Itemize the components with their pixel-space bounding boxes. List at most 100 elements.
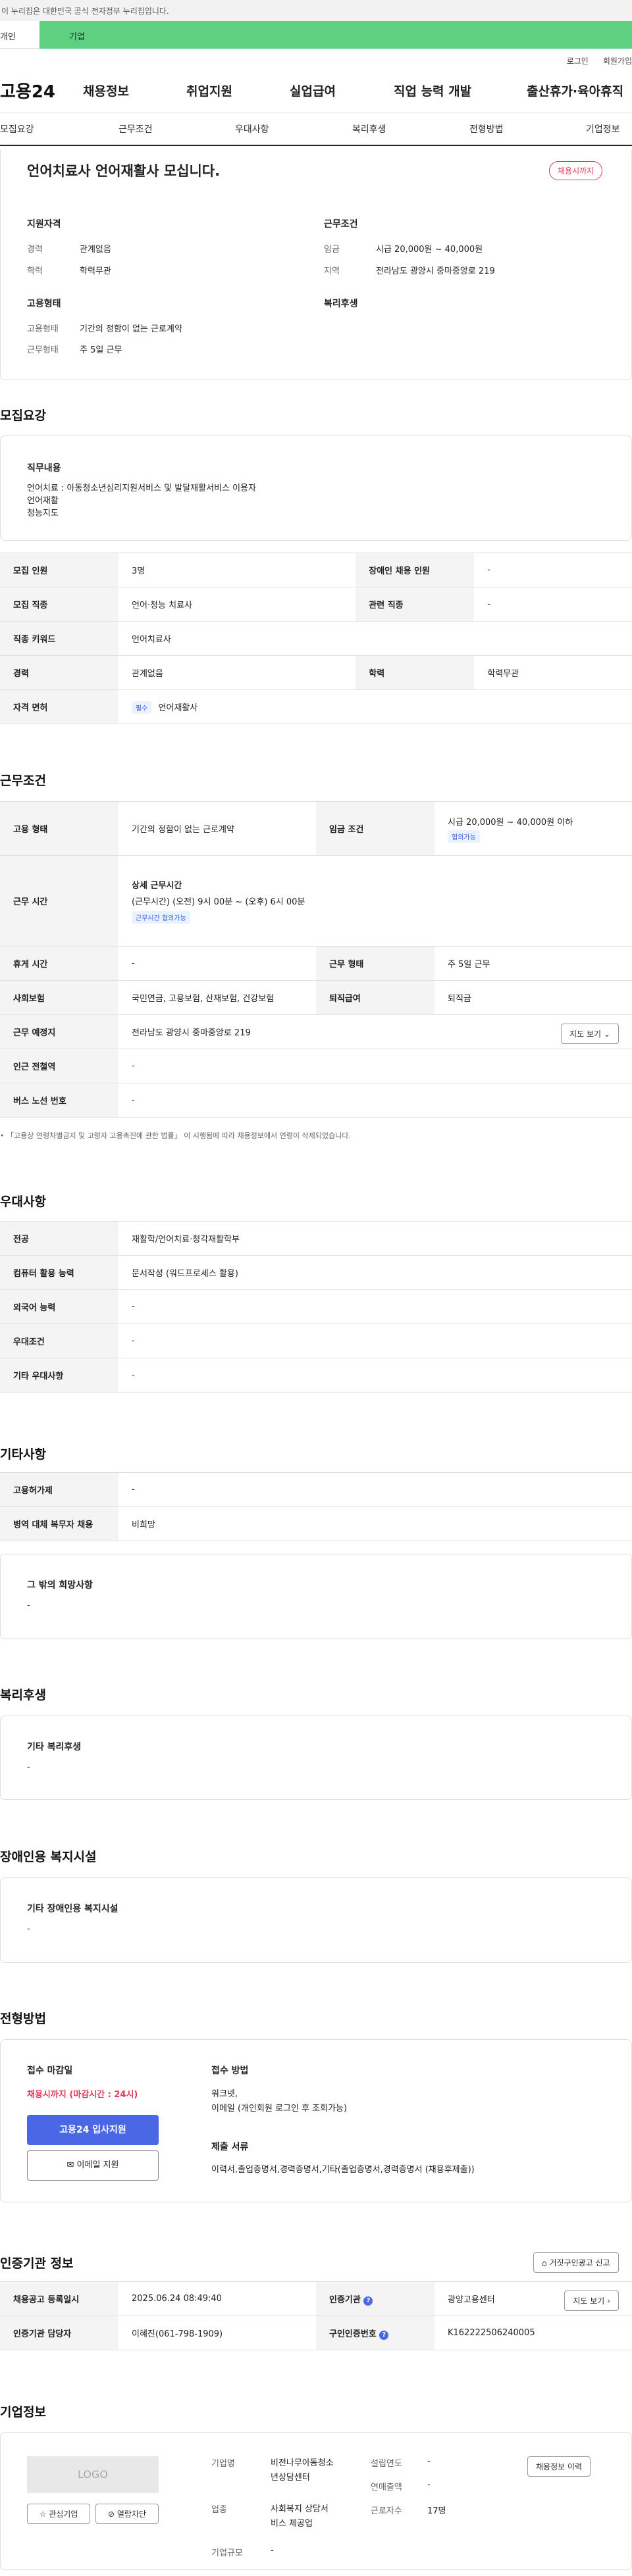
emptype-label: 고용형태 bbox=[27, 324, 59, 334]
welfare-title: 복리후생 bbox=[324, 299, 358, 309]
subnav-screening[interactable]: 전형방법 bbox=[469, 122, 504, 136]
report-fake-ad-button[interactable]: ⌂ 거짓구인광고 신고 bbox=[533, 2252, 619, 2273]
year-value: - bbox=[427, 2456, 431, 2466]
disabled-section-title: 장애인용 복지시설 bbox=[0, 1850, 97, 1864]
method-line: 이메일 (개인회원 로그인 후 조회가능) bbox=[211, 2104, 348, 2114]
gnb-item-leave[interactable]: 출산휴가·육아휴직 bbox=[527, 82, 623, 99]
worktype-value: 주 5일 근무 bbox=[80, 345, 122, 355]
wage-label: 임금 bbox=[324, 245, 340, 255]
cell-value: 주 5일 근무 bbox=[434, 946, 632, 981]
cell-label: 장애인 채용 인원 bbox=[356, 553, 475, 587]
cell-value: 광양고용센터 지도 보기 › bbox=[434, 2281, 632, 2316]
gnb-item-employment-support[interactable]: 취업지원 bbox=[186, 82, 232, 99]
area-label: 지역 bbox=[324, 266, 340, 276]
table-row: 고용허가제 - bbox=[0, 1472, 632, 1507]
cell-value: 관계없음 bbox=[118, 655, 356, 690]
cell-label: 인증기관 담당자 bbox=[0, 2316, 118, 2350]
cell-label: 사회보험 bbox=[0, 980, 118, 1015]
company-section-title: 기업정보 bbox=[0, 2405, 46, 2419]
subnav-company[interactable]: 기업정보 bbox=[586, 122, 620, 136]
agency-map-button[interactable]: 지도 보기 › bbox=[564, 2291, 619, 2311]
gnb-item-training[interactable]: 직업 능력 개발 bbox=[394, 82, 471, 99]
signup-link[interactable]: 회원가입 bbox=[603, 55, 632, 68]
method-title: 접수 방법 bbox=[211, 2066, 249, 2076]
employees-value: 17명 bbox=[427, 2506, 446, 2516]
cell-value: 기간의 정함이 없는 근로계약 bbox=[118, 801, 316, 856]
cell-value: 언어치료사 bbox=[118, 621, 632, 656]
subnav-welfare[interactable]: 복리후생 bbox=[352, 122, 386, 136]
table-row: 근무 예정지 전라남도 광양시 중마중앙로 219 지도 보기 ⌄ bbox=[0, 1014, 632, 1049]
login-link[interactable]: 로그인 bbox=[567, 55, 589, 68]
help-icon[interactable]: ? bbox=[363, 2296, 373, 2306]
gnb-item-jobs[interactable]: 채용정보 bbox=[83, 82, 129, 99]
welfare-section-title: 복리후생 bbox=[0, 1688, 46, 1702]
subnav-work[interactable]: 근무조건 bbox=[118, 122, 153, 136]
cell-value: 2025.06.24 08:49:40 bbox=[118, 2281, 316, 2316]
table-row: 고용 형태 기간의 정함이 없는 근로계약 임금 조건 시급 20,000원 ~… bbox=[0, 801, 632, 856]
cell-value: 학력무관 bbox=[474, 655, 632, 690]
table-row: 모집 직종 언어·청능 치료사 관련 직종 - bbox=[0, 587, 632, 622]
home-icon: ⌂ bbox=[542, 2258, 547, 2267]
map-button[interactable]: 지도 보기 ⌄ bbox=[561, 1024, 619, 1044]
tab-individual[interactable]: 개인 bbox=[0, 21, 40, 49]
cell-value: - bbox=[118, 1289, 632, 1324]
site-logo[interactable]: 고용24 bbox=[0, 78, 72, 103]
email-apply-label: 이메일 지원 bbox=[76, 2160, 119, 2170]
section-nav: 모집요강 근무조건 우대사항 복리후생 전형방법 기업정보 bbox=[0, 113, 632, 146]
job-history-button[interactable]: 채용정보 이력 bbox=[527, 2456, 591, 2477]
duty-title: 직무내용 bbox=[27, 463, 61, 474]
cell-label: 외국어 능력 bbox=[0, 1289, 118, 1324]
qual-title: 지원자격 bbox=[27, 219, 61, 230]
cell-label: 병역 대체 복무자 채용 bbox=[0, 1506, 118, 1541]
cell-label: 퇴직급여 bbox=[316, 980, 434, 1015]
table-row: 근무 시간 상세 근무시간 (근무시간) (오전) 9시 00분 ~ (오후) … bbox=[0, 855, 632, 947]
place-value: 전라남도 광양시 중마중앙로 219 bbox=[132, 1028, 251, 1038]
agency-map-label: 지도 보기 bbox=[573, 2296, 605, 2306]
cell-label: 직종 키워드 bbox=[0, 621, 118, 656]
job-title: 언어치료사 언어재활사 모십니다. bbox=[27, 163, 221, 179]
table-row: 우대조건 - bbox=[0, 1324, 632, 1358]
subnav-pref[interactable]: 우대사항 bbox=[235, 122, 269, 136]
cell-label: 휴게 시간 bbox=[0, 946, 118, 981]
cell-label: 자격 면허 bbox=[0, 689, 118, 724]
pref-section-title: 우대사항 bbox=[0, 1195, 46, 1209]
email-apply-button[interactable]: ✉ 이메일 지원 bbox=[27, 2150, 159, 2181]
company-name-value: 비전나무아동청소 년상담센터 bbox=[271, 2456, 334, 2485]
company-name-line: 비전나무아동청소 bbox=[271, 2458, 334, 2468]
cell-label: 인근 전철역 bbox=[0, 1049, 118, 1083]
etc-table: 고용허가제 - 병역 대체 복무자 채용 비희망 bbox=[0, 1472, 632, 1541]
cell-value: - bbox=[474, 553, 632, 587]
chevron-right-icon: › bbox=[607, 2296, 610, 2306]
cell-value: 국민연금, 고용보험, 산재보험, 건강보험 bbox=[118, 980, 316, 1015]
help-icon[interactable]: ? bbox=[379, 2330, 389, 2340]
subnav-recruit[interactable]: 모집요강 bbox=[0, 122, 34, 136]
cell-value: - bbox=[474, 587, 632, 622]
other-wish-value: - bbox=[27, 1600, 30, 1610]
gnb-item-unemployment[interactable]: 실업급여 bbox=[290, 82, 336, 99]
company-logo: LOGO bbox=[27, 2456, 159, 2493]
year-label: 설립연도 bbox=[371, 2459, 402, 2469]
tab-business[interactable]: 기업 bbox=[40, 21, 632, 49]
top-tabs: 개인 기업 bbox=[0, 21, 632, 49]
cell-label: 컴퓨터 활용 능력 bbox=[0, 1255, 118, 1290]
table-row: 인증기관 담당자 이혜진(061-798-1909) 구인인증번호 ? K162… bbox=[0, 2316, 632, 2350]
docs-value: 이력서,졸업증명서,경력증명서,기타(졸업증명서,경력증명서 (채용후제출)) bbox=[211, 2165, 475, 2175]
block-view-button[interactable]: ⊘ 열람차단 bbox=[95, 2504, 159, 2524]
wage-value: 시급 20,000원 ~ 40,000원 bbox=[376, 245, 483, 255]
table-row: 컴퓨터 활용 능력 문서작성 (워드프로세스 활용) bbox=[0, 1255, 632, 1290]
pref-table: 전공 재활학/언어치료·청각재활학부 컴퓨터 활용 능력 문서작성 (워드프로세스 … bbox=[0, 1221, 632, 1393]
career-value: 관계없음 bbox=[80, 245, 111, 255]
screening-section-title: 전형방법 bbox=[0, 2012, 46, 2026]
age-note-text: 「고용상 연령차별금지 및 고령자 고용촉진에 관한 법률」 이 시행됨에 따라… bbox=[7, 1131, 351, 1140]
cell-value: - bbox=[118, 1324, 632, 1358]
apply-button[interactable]: 고용24 입사지원 bbox=[27, 2115, 159, 2145]
cell-value: 필수 언어재활사 bbox=[118, 689, 632, 724]
hours-title: 상세 근무시간 bbox=[132, 881, 182, 891]
num-label: 구인인증번호 bbox=[329, 2329, 377, 2339]
size-value: - bbox=[271, 2546, 274, 2556]
wage-value: 시급 20,000원 ~ 40,000원 이하 bbox=[448, 817, 573, 828]
industry-label: 업종 bbox=[211, 2505, 227, 2515]
mail-icon: ✉ bbox=[66, 2160, 74, 2170]
method-content: 워크넷, 이메일 (개인회원 로그인 후 조회가능) bbox=[211, 2087, 347, 2116]
favorite-company-button[interactable]: ☆ 관심기업 bbox=[27, 2504, 90, 2524]
